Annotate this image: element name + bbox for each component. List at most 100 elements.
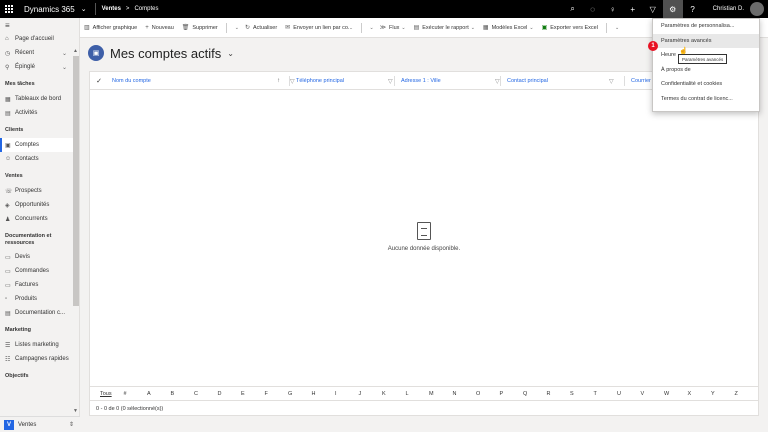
alpha-filter-letter[interactable]: Y [711,391,735,397]
filter-icon[interactable]: ▽ [290,78,295,85]
app-launcher-button[interactable] [0,0,18,18]
alpha-filter-letter[interactable]: A [147,391,171,397]
email-link-button[interactable]: ✉ Envoyer un lien par co... [285,24,352,32]
alpha-filter-letter[interactable]: Tous [100,391,124,397]
scroll-up-icon[interactable]: ▲ [73,48,78,54]
column-phone[interactable]: Téléphone principal ▽ [296,72,406,90]
task-icon[interactable]: ◌ [583,0,603,18]
scroll-down-icon[interactable]: ▼ [73,408,78,414]
column-label: Téléphone principal [296,78,345,84]
sidebar-item-marketing-lists[interactable]: ☰ Listes marketing [0,338,79,352]
sidebar-scrollbar[interactable] [73,56,79,306]
sidebar-item-competitors[interactable]: ♟ Concurrents [0,212,79,226]
plus-icon[interactable]: + [623,0,643,18]
chart-icon: ▥ [84,25,90,31]
menu-item-license-terms[interactable]: Termes du contrat de licenc... [653,92,759,107]
alpha-filter-letter[interactable]: W [664,391,688,397]
page-title[interactable]: Mes comptes actifs [110,46,221,61]
alpha-filter-letter[interactable]: E [241,391,265,397]
chevron-down-icon[interactable]: ⌄ [615,25,619,31]
area-switcher[interactable]: V Ventes ⇕ [0,416,80,432]
sidebar-item-recent[interactable]: ◷ Récent ⌄ [0,46,79,60]
menu-item-privacy[interactable]: Confidentialité et cookies [653,77,759,92]
alpha-filter-letter[interactable]: I [335,391,359,397]
sidebar-item-orders[interactable]: ▭ Commandes [0,264,79,278]
new-button[interactable]: + Nouveau [145,25,174,31]
chevron-down-icon[interactable]: ⌄ [370,25,374,31]
chevron-down-icon[interactable]: ⌄ [62,64,67,71]
breadcrumb-area[interactable]: Ventes [102,6,121,12]
sidebar-item-quick-campaigns[interactable]: ☷ Campagnes rapides [0,352,79,366]
hamburger-icon[interactable]: ≡ [0,18,79,32]
sidebar-item-quotes[interactable]: ▭ Devis [0,250,79,264]
select-all-checkbox[interactable]: ✓ [90,77,108,85]
alpha-filter-letter[interactable]: H [312,391,336,397]
alpha-filter-letter[interactable]: K [382,391,406,397]
delete-button[interactable]: 🗑 Supprimer [182,24,218,32]
sidebar-item-leads[interactable]: ☏ Prospects [0,184,79,198]
alpha-filter-letter[interactable]: S [570,391,594,397]
user-name[interactable]: Christian D. [713,6,744,12]
export-excel-button[interactable]: ▣ Exporter vers Excel [542,24,598,32]
app-title[interactable]: Dynamics 365 [24,5,75,14]
run-report-button[interactable]: ▤ Exécuter le rapport ⌄ [414,24,475,32]
doc-icon: ▤ [5,310,11,317]
alpha-filter-letter[interactable]: J [359,391,383,397]
sidebar-item-activities[interactable]: ▤ Activités [0,106,79,120]
alpha-filter-letter[interactable]: Q [523,391,547,397]
gear-icon[interactable]: ⚙ [662,0,683,18]
column-city[interactable]: Adresse 1 : Ville ▽ [401,72,511,90]
alpha-filter-letter[interactable]: O [476,391,500,397]
alpha-filter-letter[interactable]: X [688,391,712,397]
menu-item-personalization[interactable]: Paramètres de personnalisa... [653,19,759,34]
alpha-filter-letter[interactable]: # [124,391,148,397]
excel-templates-button[interactable]: ▦ Modèles Excel ⌄ [483,24,534,32]
help-icon[interactable]: ? [683,0,703,18]
alpha-filter-letter[interactable]: D [218,391,242,397]
lightbulb-icon[interactable]: ♀ [603,0,623,18]
sort-up-icon[interactable]: ↑ [277,78,280,84]
chevron-down-icon[interactable]: ⌄ [235,25,239,31]
menu-item-advanced-settings[interactable]: Paramètres avancés [653,33,759,48]
filter-icon[interactable]: ▽ [388,78,393,85]
filter-icon[interactable]: ▽ [643,0,663,18]
alpha-filter-letter[interactable]: V [641,391,665,397]
flow-button[interactable]: ≫ Flux ⌄ [380,24,406,32]
alpha-filter-letter[interactable]: T [594,391,618,397]
sidebar-item-pinned[interactable]: ⚲ Épinglé ⌄ [0,60,79,74]
alpha-filter-letter[interactable]: M [429,391,453,397]
alpha-filter-letter[interactable]: B [171,391,195,397]
filter-icon[interactable]: ▽ [609,78,614,85]
sidebar-item-invoices[interactable]: ▭ Factures [0,278,79,292]
chevron-down-icon[interactable]: ⌄ [62,50,67,57]
refresh-button[interactable]: ↻ Actualiser [245,24,277,32]
alpha-filter-letter[interactable]: L [406,391,430,397]
column-account-name[interactable]: Nom du compte ↑ ▽ [112,72,302,90]
sidebar-item-dashboards[interactable]: ▦ Tableaux de bord [0,92,79,106]
search-icon[interactable]: ⌕ [563,0,583,18]
chevron-down-icon[interactable]: ⌄ [81,5,87,13]
column-primary-contact[interactable]: Contact principal ▽ [507,72,627,90]
alpha-filter-letter[interactable]: U [617,391,641,397]
alpha-filter-letter[interactable]: F [265,391,289,397]
breadcrumb-entity[interactable]: Comptes [134,6,158,12]
alpha-filter-letter[interactable]: Z [735,391,759,397]
alpha-filter-letter[interactable]: P [500,391,524,397]
sidebar-item-opportunities[interactable]: ◈ Opportunités [0,198,79,212]
sidebar-item-label: Produits [15,296,38,302]
chevron-down-icon[interactable]: ⌄ [227,49,234,58]
sidebar-item-home[interactable]: ⌂ Page d'accueil [0,32,79,46]
filter-icon[interactable]: ▽ [495,78,500,85]
alpha-filter-letter[interactable]: C [194,391,218,397]
sidebar-item-contacts[interactable]: ☺ Contacts [0,152,79,166]
sidebar-item-products[interactable]: ▫ Produits [0,292,79,306]
avatar[interactable] [750,2,764,16]
alpha-filter-letter[interactable]: R [547,391,571,397]
alpha-filter-letter[interactable]: N [453,391,477,397]
sidebar-item-accounts[interactable]: ▣ Comptes [0,138,79,152]
alpha-filter-letter[interactable]: G [288,391,312,397]
menu-item-about[interactable]: À propos de [653,63,759,78]
sidebar-item-documentation[interactable]: ▤ Documentation c... [0,306,79,320]
show-chart-button[interactable]: ▥ Afficher graphique [84,24,137,32]
plus-icon: + [145,24,149,31]
